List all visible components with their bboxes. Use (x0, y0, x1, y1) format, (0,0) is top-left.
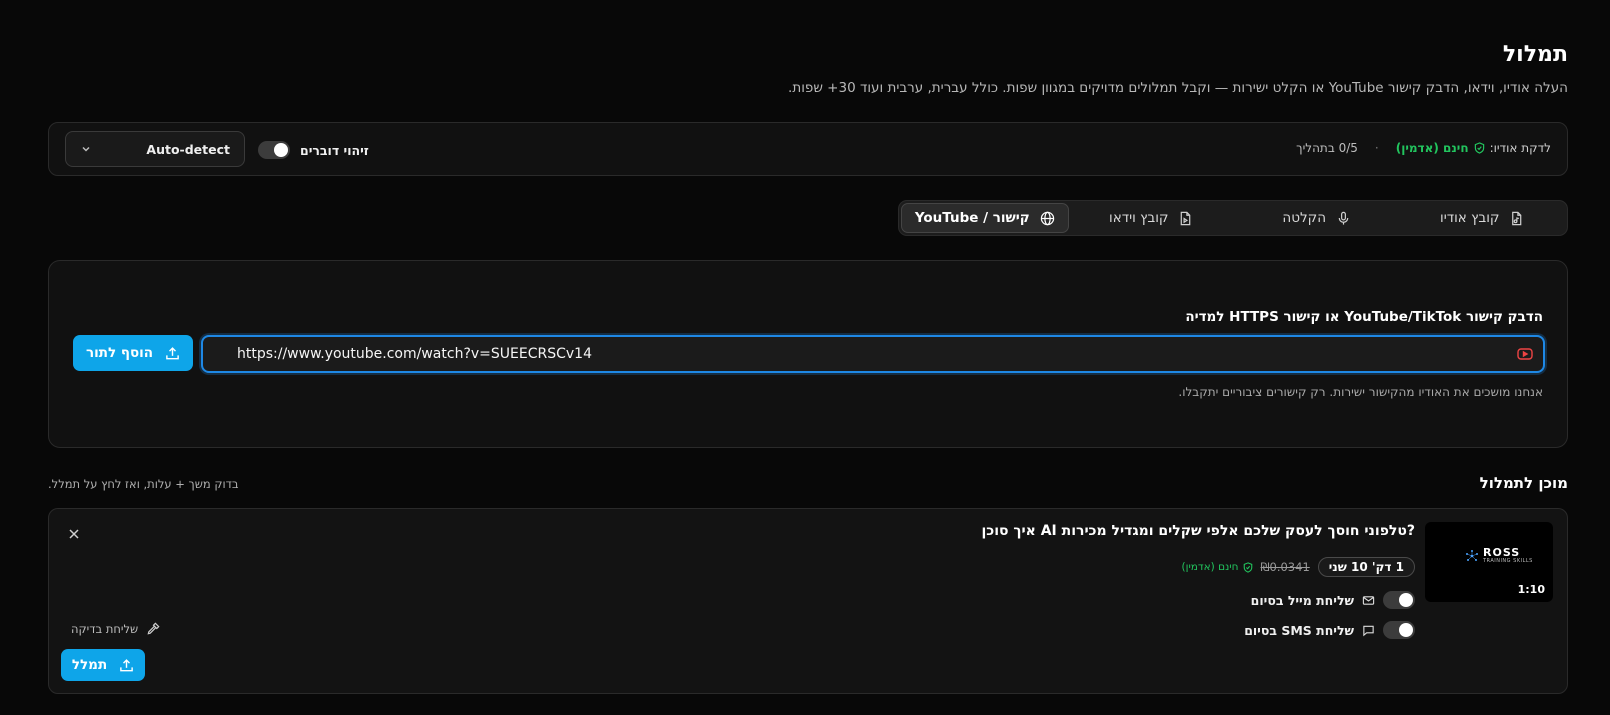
queue-item-card: ROSS TRAINING SKILLS 1:10 ?טלפוני חוסך ל… (48, 508, 1568, 694)
globe-icon (1040, 211, 1054, 225)
mic-icon (1338, 211, 1349, 225)
youtube-icon (1517, 348, 1533, 360)
language-value: Auto-detect (146, 141, 230, 157)
video-file-icon (1181, 211, 1191, 225)
tab-audio-file[interactable]: קובץ אודיו (1400, 203, 1566, 233)
url-input-container (201, 335, 1545, 373)
sms-on-finish-label: שליחת SMS בסיום (1244, 622, 1354, 638)
add-to-queue-button[interactable]: הוסף לתור (73, 335, 193, 371)
tab-label: הקלטה (1282, 210, 1327, 226)
video-thumbnail: ROSS TRAINING SKILLS 1:10 (1425, 522, 1553, 602)
status-bar: לדקת אודיו: חינם (אדמין) · 0/5 בתהליך זי… (48, 122, 1568, 176)
email-on-finish-option[interactable]: שליחת מייל בסיום (1251, 591, 1415, 609)
page-subtitle: העלה אודיו, וידאו, הדבק קישור YouTube או… (788, 80, 1568, 96)
url-input-card: הדבק קישור YouTube/TikTok או קישור HTTPS… (48, 260, 1568, 448)
message-icon (1363, 625, 1374, 636)
toggle-knob (274, 143, 288, 157)
remove-item-button[interactable] (65, 525, 83, 543)
free-admin-badge: חינם (אדמין) (1395, 141, 1469, 155)
tab-label: קובץ אודיו (1440, 210, 1500, 226)
free-admin-label: חינם (אדמין) (1181, 561, 1239, 573)
video-meta-row: 1 דק' 10 שני ₪0.0341 חינם (אדמין) (1181, 557, 1415, 577)
speaker-id-label: זיהוי דוברים (300, 142, 369, 158)
network-logo-icon (1466, 550, 1478, 561)
tab-recording[interactable]: הקלטה (1234, 203, 1400, 233)
free-admin-badge: חינם (אדמין) (1181, 561, 1252, 573)
upload-icon (120, 658, 133, 671)
add-to-queue-label: הוסף לתור (85, 345, 154, 361)
separator-dot: · (1374, 141, 1379, 155)
thumbnail-duration: 1:10 (1517, 583, 1545, 596)
transcribe-button[interactable]: תמלל (61, 649, 145, 681)
thumbnail-brand-sub: TRAINING SKILLS (1483, 558, 1533, 564)
ready-section-hint: בדוק משך + עלות, ואז לחץ על תמלל. (48, 477, 239, 491)
language-select[interactable]: Auto-detect (65, 131, 245, 167)
tab-label: קישור / YouTube (914, 210, 1030, 226)
email-on-finish-toggle[interactable] (1383, 591, 1415, 609)
video-title: ?טלפוני חוסך לעסק שלכם אלפי שקלים ומגדיל… (981, 523, 1416, 539)
shield-check-icon (1243, 561, 1252, 573)
thumbnail-brand: ROSS (1483, 546, 1521, 559)
tab-link-youtube[interactable]: קישור / YouTube (901, 203, 1069, 233)
audio-cost-info: לדקת אודיו: חינם (אדמין) · 0/5 בתהליך (1296, 141, 1551, 155)
tab-video-file[interactable]: קובץ וידאו (1069, 203, 1235, 233)
toggle-knob (1399, 593, 1413, 607)
url-hint-text: אנחנו מושכים את האודיו מהקישור ישירות. ר… (1178, 385, 1543, 399)
tab-label: קובץ וידאו (1109, 210, 1169, 226)
email-on-finish-label: שליחת מייל בסיום (1250, 592, 1354, 608)
close-icon (69, 529, 79, 539)
sms-on-finish-toggle[interactable] (1383, 621, 1415, 639)
url-field-label: הדבק קישור YouTube/TikTok או קישור HTTPS… (1185, 309, 1543, 325)
ready-section-title: מוכן לתמלול (1479, 474, 1568, 492)
shield-check-icon (1474, 142, 1484, 154)
page-title: תמלול (1502, 42, 1568, 67)
chevron-down-icon (82, 146, 90, 152)
transcribe-label: תמלל (71, 657, 108, 673)
test-send-label: שליחת בדיקה (71, 621, 139, 636)
speaker-id-switch[interactable] (258, 141, 290, 159)
sms-on-finish-option[interactable]: שליחת SMS בסיום (1244, 621, 1415, 639)
pipette-icon (147, 622, 160, 635)
original-price: ₪0.0341 (1260, 560, 1310, 574)
duration-badge: 1 דק' 10 שני (1317, 557, 1415, 577)
toggle-knob (1399, 623, 1413, 637)
thumbnail-logo: ROSS TRAINING SKILLS (1465, 546, 1533, 564)
speaker-id-toggle[interactable]: זיהוי דוברים (258, 141, 369, 159)
audio-file-icon (1512, 211, 1522, 225)
input-mode-tabs: קובץ אודיו הקלטה קובץ וידאו קישור / YouT… (898, 200, 1568, 236)
url-input[interactable] (237, 337, 1497, 371)
audio-minute-label: לדקת אודיו: (1489, 141, 1551, 155)
test-send-button[interactable]: שליחת בדיקה (71, 621, 161, 636)
queue-status: 0/5 בתהליך (1296, 141, 1358, 155)
upload-icon (166, 346, 179, 359)
mail-icon (1362, 595, 1375, 605)
